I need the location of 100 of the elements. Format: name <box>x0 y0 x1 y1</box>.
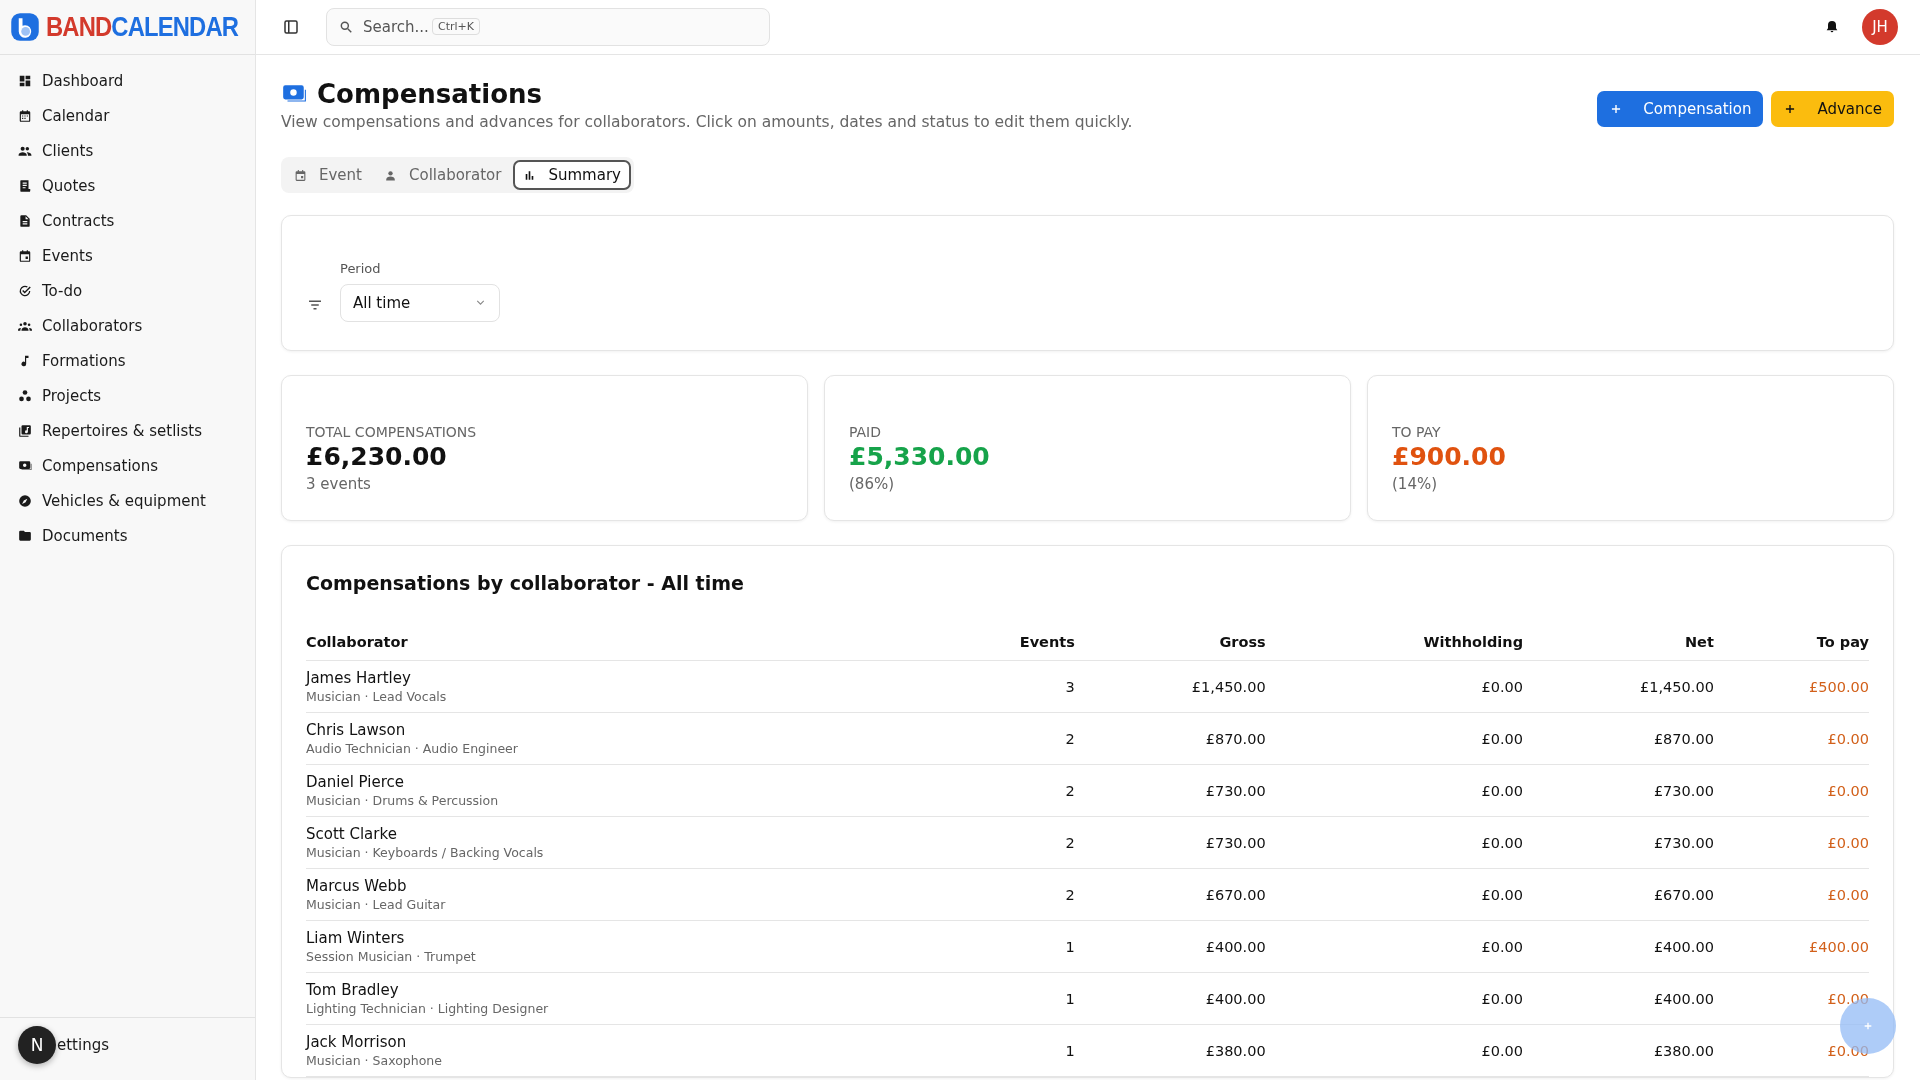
collaborator-name: Scott Clarke <box>306 825 398 843</box>
page-description: View compensations and advances for collaborators. Click on amounts, dates and status to edit them quickly. <box>281 113 1133 131</box>
sidebar-item[interactable]: Projects <box>10 378 245 413</box>
sidebar-item[interactable]: Clients <box>10 133 245 168</box>
table-cell: £400.00 <box>1653 938 1714 955</box>
collaborator-role: Audio Technician · Audio Engineer <box>306 741 519 756</box>
page-title: Compensations <box>317 79 542 109</box>
table-cell: £0.00 <box>1827 834 1869 851</box>
table-cell: £0.00 <box>1827 990 1869 1007</box>
sidebar-item[interactable]: Formations <box>10 343 245 378</box>
period-label: Period <box>340 260 382 276</box>
sidebar-item[interactable]: Repertoires & setlists <box>10 413 245 448</box>
dev-badge[interactable]: N <box>18 1026 56 1064</box>
sidebar-item[interactable]: Contracts <box>10 203 245 238</box>
check-circle-icon <box>18 283 32 298</box>
sidebar-item[interactable]: To-do <box>10 273 245 308</box>
calendar-icon <box>294 168 307 182</box>
sidebar-item[interactable]: Compensations <box>10 448 245 483</box>
table-cell: £0.00 <box>1481 938 1524 955</box>
table-cell: £870.00 <box>1205 730 1266 747</box>
table-cell: £730.00 <box>1653 782 1714 799</box>
stat-note: 3 events <box>306 475 372 493</box>
stat-value: £5,330.00 <box>849 442 991 471</box>
sidebar-item[interactable]: Collaborators <box>10 308 245 343</box>
sidebar-item[interactable]: Documents <box>10 518 245 553</box>
music-library-icon <box>18 423 32 438</box>
stat-note: (14%) <box>1392 475 1439 493</box>
collaborator-name: Marcus Webb <box>306 877 408 895</box>
calendar-icon <box>18 108 32 123</box>
dots-icon <box>18 388 32 403</box>
sidebar-item[interactable]: Dashboard <box>10 63 245 98</box>
user-avatar[interactable]: JH <box>1862 9 1898 45</box>
table-cell: £0.00 <box>1827 782 1869 799</box>
shortcut-hint: Ctrl+K <box>432 18 480 35</box>
sidebar-item[interactable]: Quotes <box>10 168 245 203</box>
app-logo[interactable]: BANDCALENDAR <box>45 11 238 43</box>
collaborator-name: Tom Bradley <box>306 981 400 999</box>
collaborator-role: Session Musician · Trumpet <box>306 949 477 964</box>
add-compensation-button[interactable]: Compensation <box>1597 91 1764 127</box>
stat-label: TOTAL COMPENSATIONS <box>306 424 478 440</box>
settings-item[interactable]: ettings <box>56 1027 109 1063</box>
column-header: Collaborator <box>306 634 408 650</box>
logo-icon <box>9 12 40 42</box>
table-cell: 1 <box>1065 1042 1075 1059</box>
table-cell: £400.00 <box>1653 990 1714 1007</box>
collaborator-name: Chris Lawson <box>306 721 407 739</box>
table-cell: £670.00 <box>1205 886 1266 903</box>
collaborator-name: James Hartley <box>306 669 412 687</box>
view-tab[interactable]: Collaborator <box>374 160 512 190</box>
table-cell: £400.00 <box>1205 990 1266 1007</box>
table-cell: 1 <box>1065 938 1075 955</box>
table-cell: £0.00 <box>1481 834 1524 851</box>
bell-icon[interactable] <box>1824 19 1840 35</box>
sidebar-item[interactable]: Vehicles & equipment <box>10 483 245 518</box>
table-cell: 1 <box>1065 990 1075 1007</box>
period-select[interactable]: All time <box>340 283 500 322</box>
table-cell: £0.00 <box>1481 886 1524 903</box>
table-cell: 2 <box>1065 834 1075 851</box>
table-cell: £730.00 <box>1653 834 1714 851</box>
table-cell: 2 <box>1065 782 1075 799</box>
table-cell: £380.00 <box>1205 1042 1266 1059</box>
table-cell: £500.00 <box>1809 678 1869 695</box>
collaborator-role: Lighting Technician · Lighting Designer <box>306 1001 550 1016</box>
table-cell: £400.00 <box>1205 938 1266 955</box>
table-cell: £0.00 <box>1481 678 1524 695</box>
sidebar-toggle-icon[interactable] <box>282 18 300 36</box>
collaborator-name: Daniel Pierce <box>306 773 405 791</box>
table-cell: £730.00 <box>1205 834 1266 851</box>
dashboard-icon <box>18 73 32 88</box>
view-tab[interactable]: Event <box>284 160 372 190</box>
sidebar-item[interactable]: Calendar <box>10 98 245 133</box>
stat-label: TO PAY <box>1392 424 1442 440</box>
collaborator-role: Musician · Lead Vocals <box>306 689 448 704</box>
table-cell: 2 <box>1065 886 1075 903</box>
collaborator-name: Liam Winters <box>306 929 406 947</box>
collaborator-role: Musician · Lead Guitar <box>306 897 447 912</box>
search-icon <box>339 20 353 34</box>
table-cell: 3 <box>1065 678 1075 695</box>
table-cell: £400.00 <box>1809 938 1869 955</box>
table-title: Compensations by collaborator - All time <box>306 572 745 594</box>
table-cell: £670.00 <box>1653 886 1714 903</box>
view-tab[interactable]: Summary <box>513 160 631 190</box>
column-header: Events <box>1019 634 1075 650</box>
calendar-icon <box>18 248 32 263</box>
collaborator-role: Musician · Drums & Percussion <box>306 793 500 808</box>
stat-label: PAID <box>849 424 883 440</box>
add-advance-button[interactable]: Advance <box>1771 91 1894 127</box>
table-cell: 2 <box>1065 730 1075 747</box>
column-header: Withholding <box>1423 634 1524 650</box>
table-cell: £1,450.00 <box>1191 678 1266 695</box>
sidebar-item[interactable]: Events <box>10 238 245 273</box>
table-cell: £0.00 <box>1481 782 1524 799</box>
table-cell: £730.00 <box>1205 782 1266 799</box>
stat-value: £6,230.00 <box>306 442 448 471</box>
column-header: Net <box>1684 634 1714 650</box>
stat-value: £900.00 <box>1392 442 1507 471</box>
table-cell: £0.00 <box>1827 730 1869 747</box>
collaborator-name: Jack Morrison <box>306 1033 408 1051</box>
table-cell: £870.00 <box>1653 730 1714 747</box>
column-header: To pay <box>1816 634 1869 650</box>
